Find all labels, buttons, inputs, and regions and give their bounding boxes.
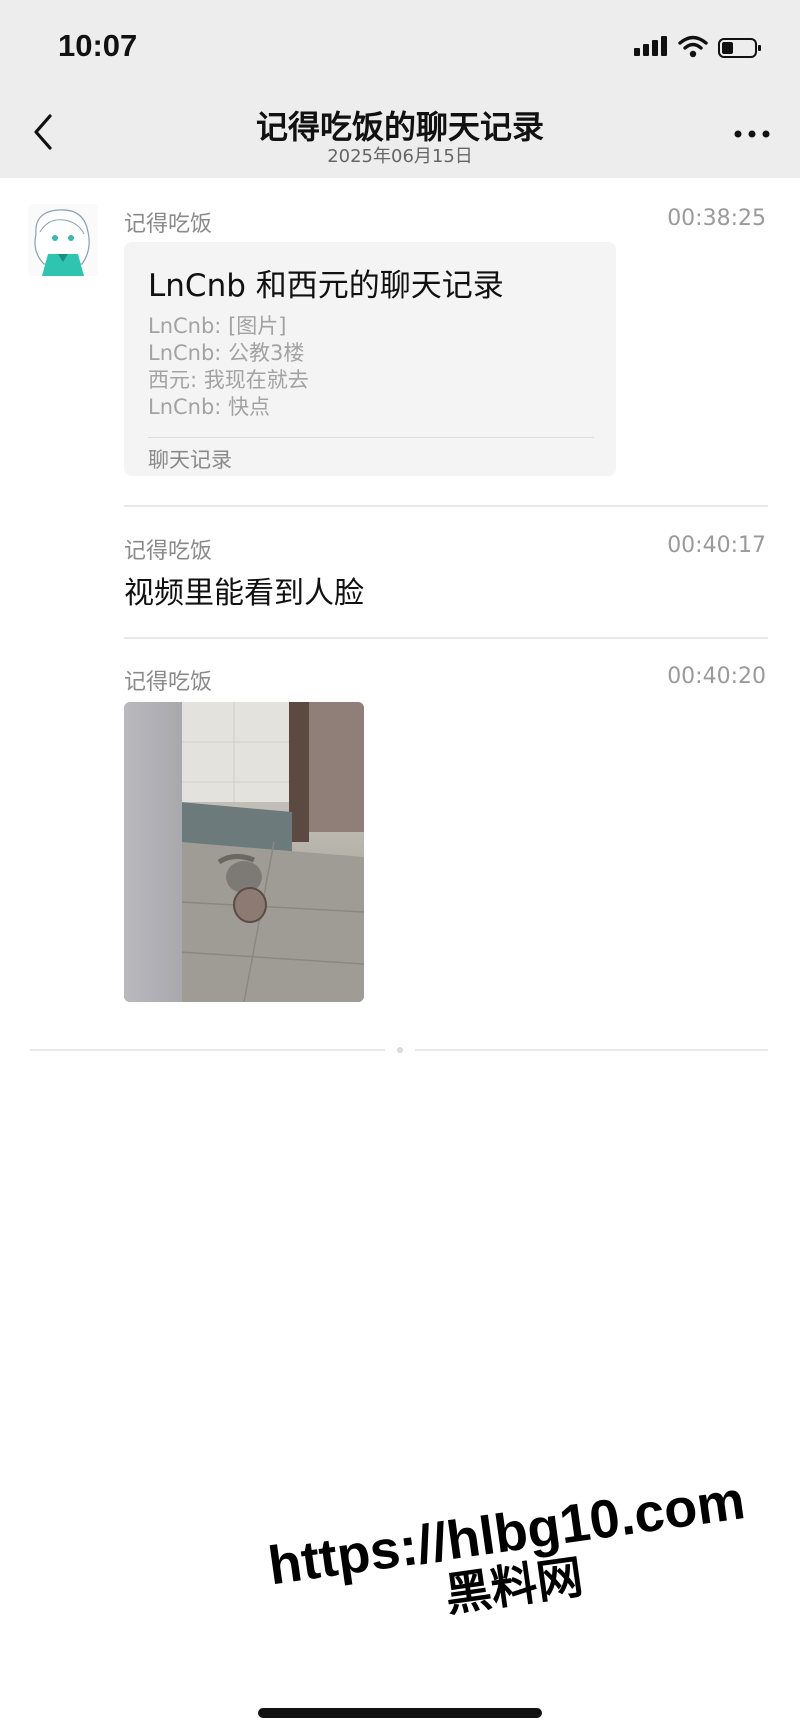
home-indicator[interactable]	[258, 1708, 542, 1718]
divider	[124, 637, 768, 639]
anime-avatar-icon	[34, 209, 90, 276]
photo-floor-reflection-image	[124, 702, 364, 1002]
chat-record-footer: 聊天记录	[148, 448, 232, 472]
nav-header: 10:07 记得吃饭的聊天记录 2025年06月15日	[0, 0, 800, 178]
message-time: 00:38:25	[667, 206, 766, 231]
wifi-icon	[678, 35, 708, 58]
page-subtitle: 2025年06月15日	[327, 146, 473, 167]
chat-record-line: LnCnb: 快点	[148, 395, 271, 419]
message-sender: 记得吃饭	[124, 212, 213, 237]
message-time: 00:40:20	[667, 664, 766, 689]
divider	[124, 505, 768, 507]
message-photo[interactable]	[124, 702, 364, 1002]
chat-record-line: LnCnb: [图片]	[148, 314, 287, 338]
end-marker	[397, 1047, 403, 1053]
message-text: 视频里能看到人脸	[124, 576, 364, 611]
divider	[30, 1049, 385, 1051]
chat-record-card[interactable]: LnCnb 和西元的聊天记录 LnCnb: [图片] LnCnb: 公教3楼 西…	[124, 242, 616, 476]
message-sender: 记得吃饭	[124, 670, 213, 695]
signal-icon	[634, 34, 672, 60]
divider	[148, 437, 594, 438]
chat-record-line: LnCnb: 公教3楼	[148, 341, 305, 365]
message-sender: 记得吃饭	[124, 539, 213, 564]
status-time: 10:07	[58, 28, 138, 63]
divider	[415, 1049, 768, 1051]
chat-record-line: 西元: 我现在就去	[148, 368, 309, 392]
battery-icon	[718, 38, 761, 58]
avatar[interactable]	[28, 204, 98, 276]
more-dots-icon[interactable]	[732, 124, 772, 144]
chat-record-title: LnCnb 和西元的聊天记录	[148, 268, 504, 304]
message-time: 00:40:17	[667, 533, 766, 558]
watermark: https://hlbg10.com 黑料网	[245, 1469, 775, 1645]
